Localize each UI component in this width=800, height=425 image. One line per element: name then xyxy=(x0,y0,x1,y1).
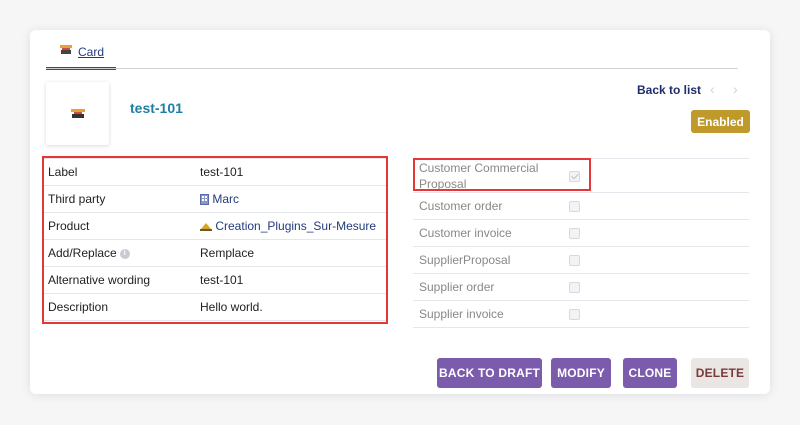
product-ref-title: test-101 xyxy=(130,100,183,116)
tab-divider xyxy=(46,68,738,69)
delete-button[interactable]: DELETE xyxy=(691,358,749,388)
table-row: Customer order xyxy=(413,192,749,220)
usage-check-cell xyxy=(563,273,749,301)
table-row: Supplier invoice xyxy=(413,300,749,328)
usage-checkbox-supplier-proposal[interactable] xyxy=(569,255,580,267)
usage-check-cell xyxy=(563,246,749,274)
back-to-list-link[interactable]: Back to list xyxy=(637,83,701,97)
back-to-draft-button[interactable]: BACK TO DRAFT xyxy=(437,358,542,388)
status-badge: Enabled xyxy=(691,110,750,133)
usage-checkbox-customer-order[interactable] xyxy=(569,201,580,213)
usage-label: Supplier invoice xyxy=(413,300,563,328)
usage-label: Customer order xyxy=(413,192,563,220)
product-photo[interactable] xyxy=(46,82,109,145)
product-image-icon xyxy=(70,108,85,118)
clone-button[interactable]: CLONE xyxy=(623,358,677,388)
tab-card[interactable]: Card xyxy=(46,44,117,70)
usage-check-cell xyxy=(563,300,749,328)
table-row: SupplierProposal xyxy=(413,246,749,274)
usage-checkbox-customer-invoice[interactable] xyxy=(569,228,580,240)
left-fields-highlight-box xyxy=(42,156,388,324)
product-thumbnail-icon xyxy=(60,45,72,54)
previous-record-icon[interactable]: ‹ xyxy=(710,81,715,97)
tab-card-label: Card xyxy=(78,45,105,59)
next-record-icon[interactable]: › xyxy=(733,81,738,97)
usage-label: Supplier order xyxy=(413,273,563,301)
usage-checkbox-supplier-order[interactable] xyxy=(569,282,580,294)
table-row: Supplier order xyxy=(413,273,749,301)
product-card-panel: Card test-101 Back to list ‹ › Enabled L… xyxy=(30,30,770,394)
usage-check-cell xyxy=(563,192,749,220)
usage-label: Customer invoice xyxy=(413,219,563,247)
usage-check-cell xyxy=(563,219,749,247)
table-row: Customer invoice xyxy=(413,219,749,247)
usage-checkbox-supplier-invoice[interactable] xyxy=(569,309,580,321)
modify-button[interactable]: MODIFY xyxy=(551,358,611,388)
customer-proposal-highlight-box xyxy=(413,158,591,191)
usage-label: SupplierProposal xyxy=(413,246,563,274)
